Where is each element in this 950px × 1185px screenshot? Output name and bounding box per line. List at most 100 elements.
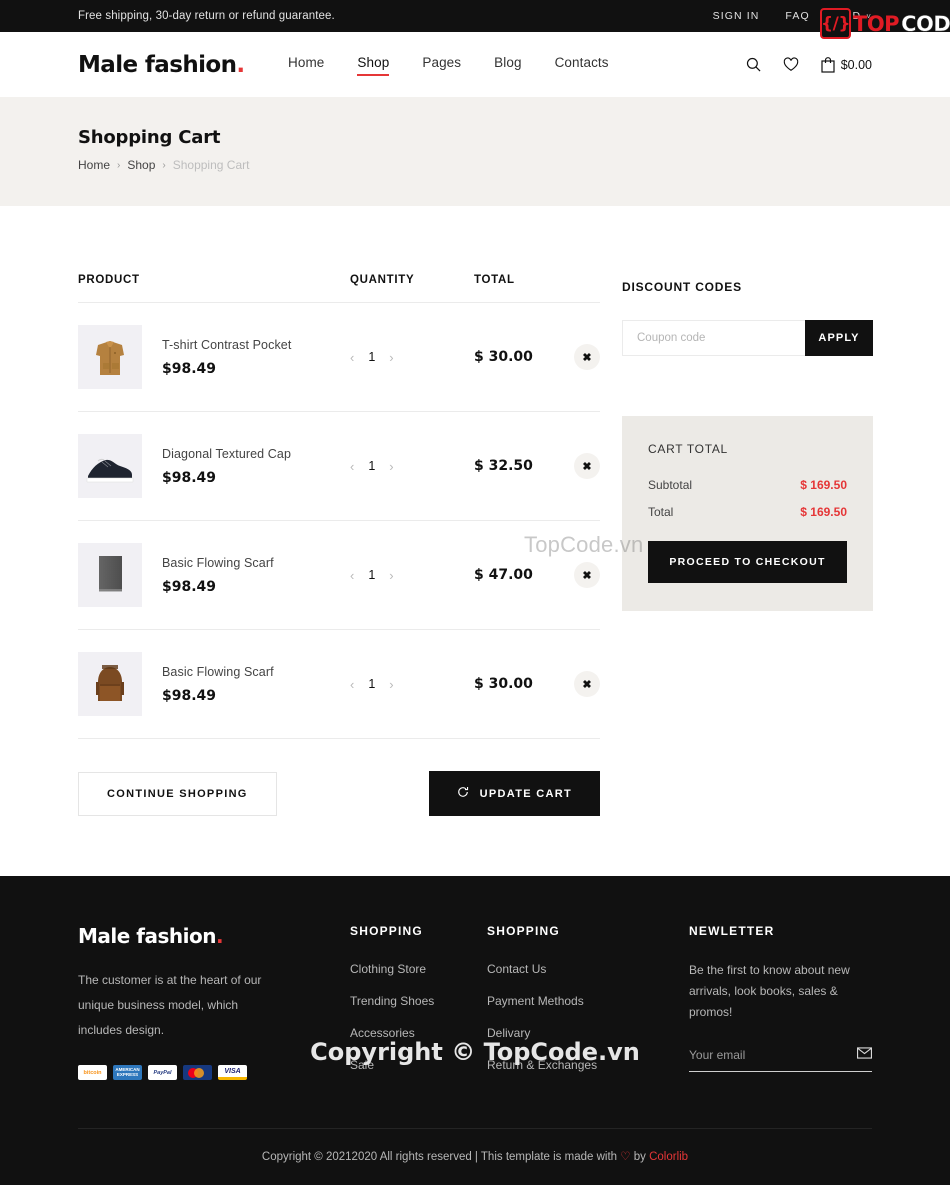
cart-sidebar: DISCOUNT CODES APPLY CART TOTAL Subtotal…: [622, 274, 873, 611]
list-item: Contact Us: [487, 960, 689, 978]
footer-logo-dot: .: [215, 924, 224, 948]
remove-item-button[interactable]: ✖: [574, 562, 600, 588]
product-price: $98.49: [162, 469, 217, 486]
newsletter-submit-button[interactable]: [857, 1047, 873, 1062]
table-row: Basic Flowing Scarf $98.49 ‹ 1 ›: [78, 629, 600, 739]
quantity-stepper: ‹ 1 ›: [350, 677, 474, 691]
subtotal-label: Subtotal: [648, 478, 693, 492]
newsletter-form: [689, 1047, 873, 1072]
column-header-product: PRODUCT: [78, 274, 350, 303]
logo-text: Male fashion: [78, 51, 237, 78]
footer-column-heading: SHOPPING: [350, 924, 423, 938]
product-name[interactable]: Basic Flowing Scarf: [162, 556, 274, 570]
nav-item-blog[interactable]: Blog: [494, 55, 521, 74]
quantity-increment-button[interactable]: ›: [389, 460, 393, 473]
product-name[interactable]: T-shirt Contrast Pocket: [162, 338, 291, 352]
site-logo[interactable]: Male fashion.: [78, 52, 288, 78]
newsletter-description: Be the first to know about new arrivals,…: [689, 963, 850, 1019]
quantity-stepper: ‹ 1 ›: [350, 568, 474, 582]
footer-link-payment-methods[interactable]: Payment Methods: [487, 994, 584, 1008]
search-icon[interactable]: [746, 57, 761, 72]
footer-link-return-exchanges[interactable]: Return & Exchanges: [487, 1058, 597, 1072]
product-name[interactable]: Diagonal Textured Cap: [162, 447, 291, 461]
cart-bag-button[interactable]: $0.00: [821, 56, 872, 73]
footer-logo[interactable]: Male fashion.: [78, 924, 350, 948]
quantity-value[interactable]: 1: [368, 677, 375, 691]
table-row: T-shirt Contrast Pocket $98.49 ‹ 1 › $ 3…: [78, 302, 600, 412]
cell-product: Basic Flowing Scarf $98.49: [78, 629, 350, 739]
continue-shopping-button[interactable]: CONTINUE SHOPPING: [78, 771, 277, 816]
remove-item-button[interactable]: ✖: [574, 671, 600, 697]
quantity-decrement-button[interactable]: ‹: [350, 678, 354, 691]
mastercard-icon: [183, 1065, 212, 1080]
bitcoin-icon: bitcoin: [78, 1065, 107, 1080]
topbar-links: SIGN IN FAQ USD ˅: [713, 10, 872, 22]
refresh-icon: [457, 786, 469, 801]
subtotal-value: $ 169.50: [800, 478, 847, 492]
cell-total: $ 30.00: [474, 629, 564, 739]
scarf-thumbnail[interactable]: [78, 543, 142, 607]
jacket-thumbnail[interactable]: [78, 325, 142, 389]
newsletter-email-input[interactable]: [689, 1047, 857, 1062]
nav-item-shop[interactable]: Shop: [357, 55, 390, 76]
remove-item-button[interactable]: ✖: [574, 453, 600, 479]
line-total: $ 30.00: [474, 676, 533, 692]
footer-link-trending-shoes[interactable]: Trending Shoes: [350, 994, 434, 1008]
footer-link-clothing-store[interactable]: Clothing Store: [350, 962, 426, 976]
nav-item-home[interactable]: Home: [288, 55, 324, 74]
quantity-value[interactable]: 1: [368, 568, 375, 582]
footer-link-accessories[interactable]: Accessories: [350, 1026, 415, 1040]
breadcrumb-separator-icon: ›: [162, 159, 166, 171]
footer-link-contact-us[interactable]: Contact Us: [487, 962, 546, 976]
quantity-decrement-button[interactable]: ‹: [350, 460, 354, 473]
breadcrumb-section: Shopping Cart Home › Shop › Shopping Car…: [0, 97, 950, 206]
product-name[interactable]: Basic Flowing Scarf: [162, 665, 274, 679]
list-item: Sale: [350, 1056, 487, 1074]
heart-icon[interactable]: [783, 57, 799, 72]
column-header-quantity: QUANTITY: [350, 274, 474, 303]
footer-newsletter-column: NEWLETTER Be the first to know about new…: [689, 924, 873, 1088]
quantity-increment-button[interactable]: ›: [389, 678, 393, 691]
site-header: Male fashion. Home Shop Pages Blog Conta…: [0, 32, 950, 97]
footer-link-sale[interactable]: Sale: [350, 1058, 374, 1072]
quantity-value[interactable]: 1: [368, 459, 375, 473]
currency-selector[interactable]: USD ˅: [836, 10, 872, 22]
breadcrumb-item-home[interactable]: Home: [78, 158, 110, 172]
copyright-by: by: [630, 1151, 650, 1163]
cart-total-panel: CART TOTAL Subtotal $ 169.50 Total $ 169…: [622, 416, 873, 611]
quantity-decrement-button[interactable]: ‹: [350, 351, 354, 364]
backpack-thumbnail[interactable]: [78, 652, 142, 716]
quantity-decrement-button[interactable]: ‹: [350, 569, 354, 582]
coupon-input[interactable]: [622, 320, 805, 356]
sign-in-link[interactable]: SIGN IN: [713, 10, 760, 22]
proceed-to-checkout-button[interactable]: PROCEED TO CHECKOUT: [648, 541, 847, 583]
list-item: Delivary: [487, 1024, 689, 1042]
nav-item-pages[interactable]: Pages: [422, 55, 461, 74]
currency-label: USD: [835, 10, 862, 22]
footer-shopping-column-1: SHOPPING Clothing Store Trending Shoes A…: [350, 924, 487, 1088]
footer-link-delivary[interactable]: Delivary: [487, 1026, 530, 1040]
cell-product: Basic Flowing Scarf $98.49: [78, 520, 350, 630]
update-cart-button[interactable]: UPDATE CART: [428, 771, 600, 816]
breadcrumb-item-shop[interactable]: Shop: [127, 158, 155, 172]
nav-item-contacts[interactable]: Contacts: [555, 55, 609, 74]
quantity-value[interactable]: 1: [368, 350, 375, 364]
apply-coupon-button[interactable]: APPLY: [805, 320, 873, 356]
cell-product: Diagonal Textured Cap $98.49: [78, 411, 350, 521]
total-row: Total $ 169.50: [648, 505, 847, 519]
envelope-icon: [857, 1047, 873, 1062]
remove-item-button[interactable]: ✖: [574, 344, 600, 370]
cart-table: PRODUCT QUANTITY TOTAL T-shirt Contrast …: [78, 274, 600, 739]
sneaker-thumbnail[interactable]: [78, 434, 142, 498]
amex-icon: AMERICAN EXPRESS: [113, 1065, 142, 1080]
quantity-increment-button[interactable]: ›: [389, 569, 393, 582]
quantity-increment-button[interactable]: ›: [389, 351, 393, 364]
breadcrumb-item-current: Shopping Cart: [172, 158, 250, 172]
cell-remove: ✖: [564, 302, 600, 412]
colorlib-link[interactable]: Colorlib: [649, 1151, 688, 1163]
faq-link[interactable]: FAQ: [785, 10, 809, 22]
copyright-text: Copyright © 20212020 All rights reserved…: [261, 1151, 621, 1163]
payment-methods-group: bitcoin AMERICAN EXPRESS PayPal VISA: [78, 1065, 350, 1080]
list-item: Clothing Store: [350, 960, 487, 978]
list-item: Return & Exchanges: [487, 1056, 689, 1074]
